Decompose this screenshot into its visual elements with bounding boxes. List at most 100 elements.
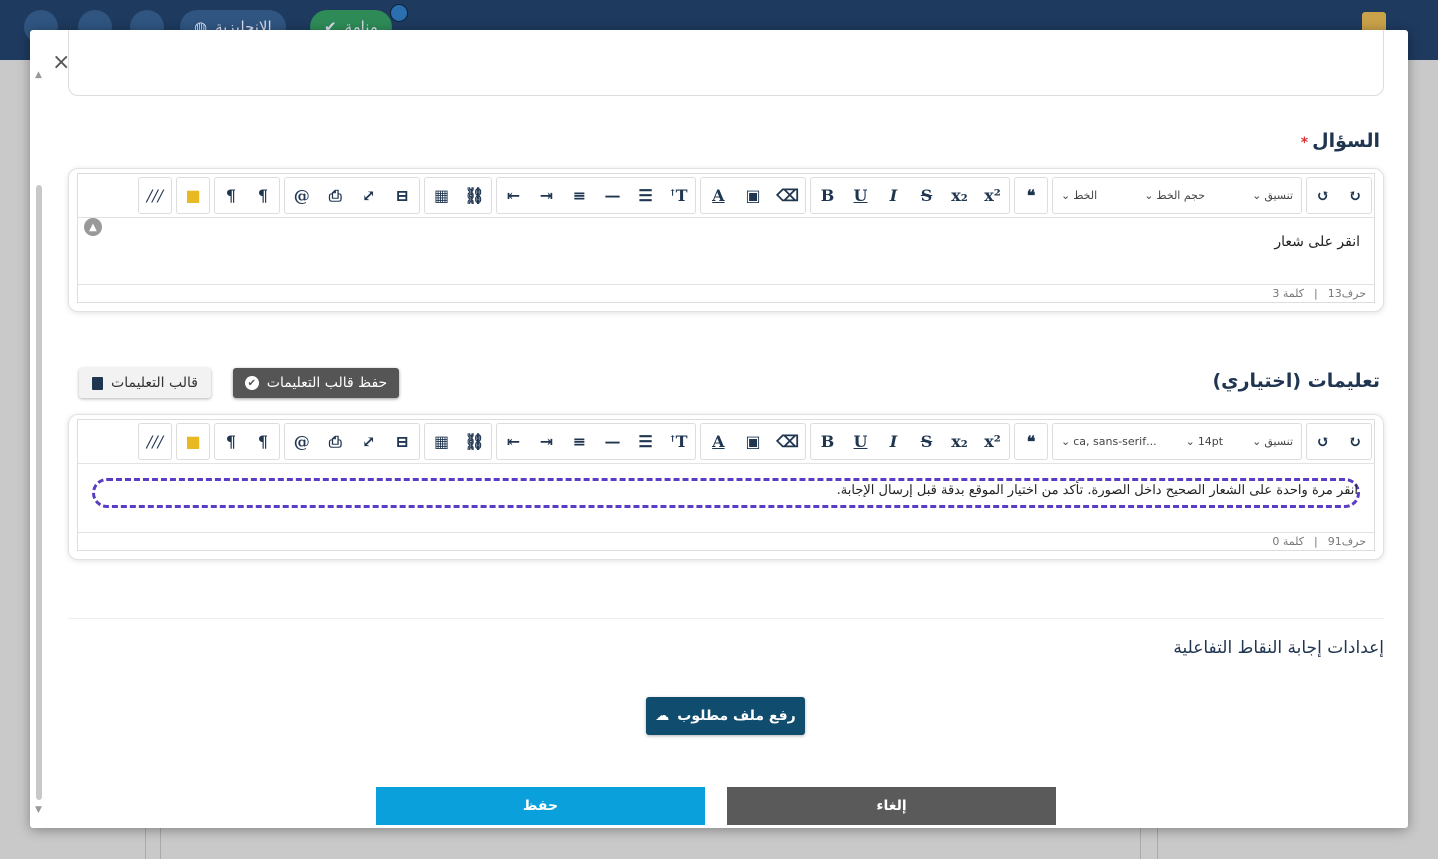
- ordered-list-icon[interactable]: ☰: [631, 181, 661, 211]
- ordered-list-icon[interactable]: ☰: [631, 427, 661, 457]
- font-size-icon[interactable]: Tꜛ: [664, 427, 694, 457]
- ltr-icon[interactable]: ¶: [248, 181, 278, 211]
- template-icon[interactable]: ⊟: [387, 427, 417, 457]
- question-editor: ↻ ↺ تنسيق ⌄ حجم الخط ⌄ الخط ⌄ ❝ x² x₂ S I U: [77, 173, 1375, 303]
- format-select[interactable]: تنسيق ⌄: [1252, 435, 1293, 448]
- fullscreen-icon[interactable]: ⤢: [354, 427, 384, 457]
- font-select-label: الخط: [1073, 189, 1098, 202]
- text-style-group: x² x₂ S I U B: [810, 423, 1010, 460]
- source-code-icon[interactable]: ///: [140, 181, 170, 211]
- strikethrough-icon[interactable]: S: [912, 427, 942, 457]
- upload-file-button[interactable]: رفع ملف مطلوب ☁: [646, 697, 805, 735]
- text-color-icon[interactable]: A: [703, 181, 733, 211]
- template-button[interactable]: قالب التعليمات: [79, 368, 211, 398]
- blockquote-icon[interactable]: ❝: [1016, 427, 1046, 457]
- view-group: ⊟ ⤢ ⎙ @: [284, 177, 420, 214]
- link-icon[interactable]: ⛓: [460, 181, 490, 211]
- indent-icon[interactable]: ⇥: [532, 427, 562, 457]
- chevron-down-icon: ⌄: [1185, 435, 1195, 448]
- print-icon[interactable]: ⎙: [320, 181, 350, 211]
- font-select[interactable]: ...ca, sans-serif ⌄: [1061, 435, 1157, 448]
- source-code-icon[interactable]: ///: [140, 427, 170, 457]
- history-group: ↻ ↺: [1306, 177, 1372, 214]
- select-group: تنسيق ⌄ حجم الخط ⌄ الخط ⌄: [1052, 177, 1302, 214]
- status-separator: |: [1314, 535, 1318, 548]
- cancel-button[interactable]: إلغاء: [727, 787, 1056, 825]
- source-group: ///: [138, 423, 172, 460]
- insert-group: ⛓ ▦: [424, 177, 492, 214]
- folder-icon[interactable]: ■: [178, 181, 208, 211]
- paragraph-group: Tꜛ ☰ — ≡ ⇥ ⇤: [496, 177, 696, 214]
- instructions-content-area[interactable]: انقر مرة واحدة على الشعار الصحيح داخل ال…: [78, 466, 1374, 516]
- save-template-button[interactable]: حفظ قالب التعليمات ✔: [233, 368, 399, 398]
- template-icon[interactable]: ⊟: [387, 181, 417, 211]
- mention-icon[interactable]: @: [287, 181, 317, 211]
- align-icon[interactable]: ≡: [565, 427, 595, 457]
- word-count: كلمة 3: [1272, 287, 1304, 300]
- folder-icon[interactable]: ■: [178, 427, 208, 457]
- format-select-label: تنسيق: [1264, 435, 1293, 448]
- chevron-down-icon: ⌄: [1252, 435, 1262, 448]
- direction-group: ¶ ¶: [214, 177, 280, 214]
- redo-icon[interactable]: ↻: [1340, 427, 1370, 457]
- eraser-icon[interactable]: ⌫: [773, 427, 803, 457]
- bold-icon[interactable]: B: [813, 181, 843, 211]
- outdent-icon[interactable]: ⇤: [499, 427, 529, 457]
- font-select[interactable]: الخط ⌄: [1061, 189, 1097, 202]
- undo-icon[interactable]: ↺: [1308, 181, 1338, 211]
- chevron-down-icon: ⌄: [1061, 189, 1071, 202]
- table-icon[interactable]: ▦: [427, 427, 457, 457]
- align-icon[interactable]: ≡: [565, 181, 595, 211]
- rtl-icon[interactable]: ¶: [216, 427, 246, 457]
- background-color-icon[interactable]: ▣: [738, 427, 768, 457]
- warning-icon[interactable]: ▲: [84, 218, 102, 236]
- horizontal-rule-icon[interactable]: —: [598, 427, 628, 457]
- italic-icon[interactable]: I: [879, 427, 909, 457]
- outdent-icon[interactable]: ⇤: [499, 181, 529, 211]
- size-select[interactable]: 14pt ⌄: [1186, 435, 1224, 448]
- subscript-icon[interactable]: x₂: [945, 427, 975, 457]
- format-select-label: تنسيق: [1264, 189, 1293, 202]
- save-button[interactable]: حفظ: [376, 787, 705, 825]
- rtl-icon[interactable]: ¶: [216, 181, 246, 211]
- format-select[interactable]: تنسيق ⌄: [1252, 189, 1293, 202]
- fullscreen-icon[interactable]: ⤢: [354, 181, 384, 211]
- size-select[interactable]: حجم الخط ⌄: [1144, 189, 1205, 202]
- status-separator: |: [1314, 287, 1318, 300]
- blockquote-icon[interactable]: ❝: [1016, 181, 1046, 211]
- underline-icon[interactable]: U: [846, 181, 876, 211]
- redo-icon[interactable]: ↻: [1340, 181, 1370, 211]
- table-icon[interactable]: ▦: [427, 181, 457, 211]
- strikethrough-icon[interactable]: S: [912, 181, 942, 211]
- scroll-thumb[interactable]: [36, 185, 42, 800]
- question-text[interactable]: انقر على شعار: [1274, 234, 1360, 250]
- scroll-down-icon[interactable]: ▼: [35, 805, 42, 815]
- superscript-icon[interactable]: x²: [978, 427, 1008, 457]
- scroll-up-icon[interactable]: ▲: [35, 70, 42, 80]
- scrollbar[interactable]: ▲ ▼: [34, 70, 44, 815]
- undo-icon[interactable]: ↺: [1308, 427, 1338, 457]
- size-select-label: حجم الخط: [1156, 189, 1206, 202]
- background-color-icon[interactable]: ▣: [738, 181, 768, 211]
- eraser-icon[interactable]: ⌫: [773, 181, 803, 211]
- insert-group: ⛓ ▦: [424, 423, 492, 460]
- subscript-icon[interactable]: x₂: [945, 181, 975, 211]
- superscript-icon[interactable]: x²: [978, 181, 1008, 211]
- paragraph-group: Tꜛ ☰ — ≡ ⇥ ⇤: [496, 423, 696, 460]
- direction-group: ¶ ¶: [214, 423, 280, 460]
- print-icon[interactable]: ⎙: [320, 427, 350, 457]
- bold-icon[interactable]: B: [813, 427, 843, 457]
- text-color-icon[interactable]: A: [703, 427, 733, 457]
- chevron-down-icon: ⌄: [1144, 189, 1154, 202]
- font-size-icon[interactable]: Tꜛ: [664, 181, 694, 211]
- underline-icon[interactable]: U: [846, 427, 876, 457]
- link-icon[interactable]: ⛓: [460, 427, 490, 457]
- mention-icon[interactable]: @: [287, 427, 317, 457]
- hotspot-settings-title: إعدادات إجابة النقاط التفاعلية: [1173, 638, 1384, 658]
- italic-icon[interactable]: I: [879, 181, 909, 211]
- char-count: حرف13: [1327, 287, 1366, 300]
- horizontal-rule-icon[interactable]: —: [598, 181, 628, 211]
- instructions-text[interactable]: انقر مرة واحدة على الشعار الصحيح داخل ال…: [837, 483, 1358, 498]
- indent-icon[interactable]: ⇥: [532, 181, 562, 211]
- ltr-icon[interactable]: ¶: [248, 427, 278, 457]
